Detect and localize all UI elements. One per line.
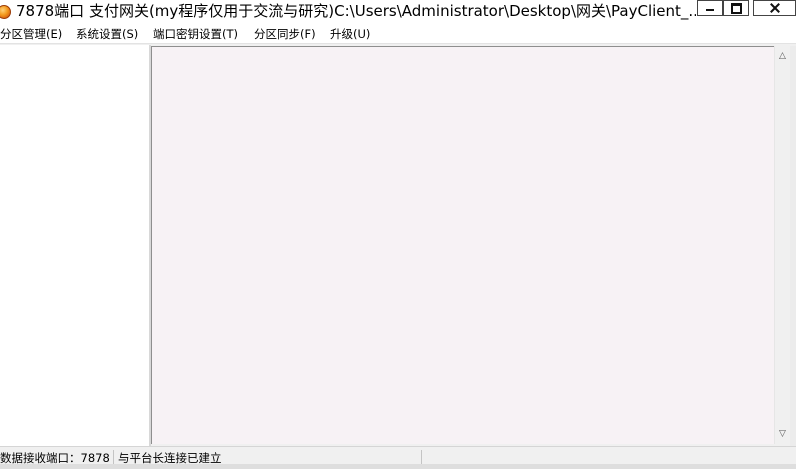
status-divider xyxy=(421,450,422,465)
close-button[interactable] xyxy=(753,0,796,16)
log-vertical-scrollbar[interactable]: △ ▽ xyxy=(774,46,790,444)
menu-bar: 分区管理(E) 系统设置(S) 端口密钥设置(T) 分区同步(F) 升级(U) xyxy=(0,24,796,44)
menu-partition-sync[interactable]: 分区同步(F) xyxy=(254,24,316,44)
minimize-button[interactable] xyxy=(697,0,723,16)
status-divider xyxy=(113,450,114,465)
window-title: 7878端口 支付网关(my程序仅用于交流与研究)C:\Users\Admini… xyxy=(16,2,696,20)
minimize-icon xyxy=(706,8,714,11)
menu-system-settings[interactable]: 系统设置(S) xyxy=(76,24,138,44)
partition-list-panel[interactable] xyxy=(0,45,149,446)
scroll-down-arrow-icon[interactable]: ▽ xyxy=(775,426,790,442)
window-bottom-edge xyxy=(0,464,796,469)
close-icon xyxy=(769,2,781,14)
log-text-area[interactable] xyxy=(151,46,774,444)
menu-partition-manage[interactable]: 分区管理(E) xyxy=(0,24,62,44)
app-orb-icon[interactable] xyxy=(0,5,11,19)
maximize-icon xyxy=(730,2,742,14)
scroll-up-arrow-icon[interactable]: △ xyxy=(775,48,790,64)
menu-upgrade[interactable]: 升级(U) xyxy=(330,24,370,44)
maximize-button[interactable] xyxy=(723,0,749,16)
title-bar[interactable]: 7878端口 支付网关(my程序仅用于交流与研究)C:\Users\Admini… xyxy=(0,0,796,24)
menu-port-key-settings[interactable]: 端口密钥设置(T) xyxy=(153,24,238,44)
window-right-edge xyxy=(790,46,796,446)
